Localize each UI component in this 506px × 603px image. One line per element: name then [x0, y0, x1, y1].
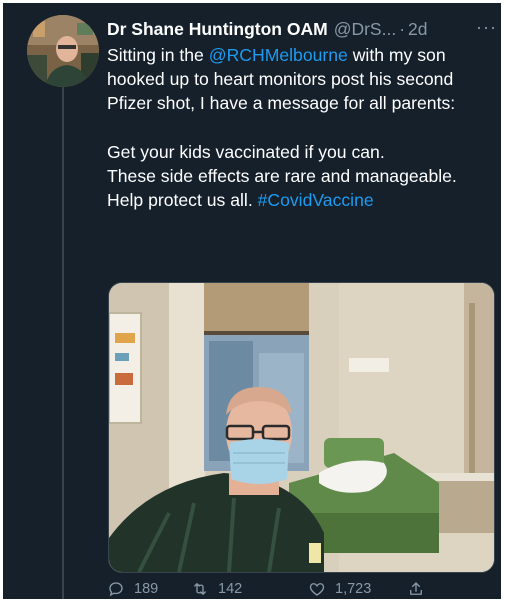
like-icon[interactable] — [308, 580, 326, 598]
tweet-actions: 189 142 1,723 — [107, 580, 497, 599]
hashtag-link[interactable]: #CovidVaccine — [258, 190, 374, 210]
like-count: 1,723 — [335, 581, 372, 597]
thread-line — [62, 87, 64, 599]
avatar[interactable] — [27, 15, 99, 87]
more-options-icon[interactable]: ··· — [476, 17, 497, 38]
tweet-line-2: These side effects are rare and manageab… — [107, 165, 457, 186]
separator-dot: · — [399, 18, 406, 39]
share-action[interactable] — [407, 580, 425, 598]
text-segment: Sitting in the — [107, 45, 209, 65]
tweet-time[interactable]: 2d — [408, 19, 427, 40]
tweet-card[interactable]: Dr Shane Huntington OAM @DrS... · 2d ···… — [3, 3, 501, 599]
media-photo — [109, 283, 494, 572]
like-action[interactable]: 1,723 — [308, 580, 371, 598]
reply-action[interactable]: 189 — [107, 580, 158, 598]
author-name[interactable]: Dr Shane Huntington OAM — [107, 19, 328, 40]
tweet-media[interactable] — [108, 282, 495, 573]
mention-link[interactable]: @RCHMelbourne — [209, 45, 348, 65]
tweet-line-3: Help protect us all. #CovidVaccine — [107, 188, 497, 212]
retweet-action[interactable]: 142 — [191, 580, 242, 598]
tweet-paragraph-1: Sitting in the @RCHMelbourne with my son… — [107, 43, 497, 116]
tweet-text: Sitting in the @RCHMelbourne with my son… — [107, 43, 497, 212]
tweet-line-1: Get your kids vaccinated if you can. — [107, 141, 385, 162]
retweet-count: 142 — [218, 581, 243, 597]
text-segment: Help protect us all. — [107, 190, 258, 211]
retweet-icon[interactable] — [191, 580, 209, 598]
reply-icon[interactable] — [107, 580, 125, 598]
share-icon[interactable] — [407, 580, 425, 598]
reply-count: 189 — [134, 581, 159, 597]
author-handle[interactable]: @DrS... — [334, 19, 397, 40]
avatar-photo — [27, 15, 99, 87]
tweet-header: Dr Shane Huntington OAM @DrS... · 2d ··· — [107, 17, 497, 41]
